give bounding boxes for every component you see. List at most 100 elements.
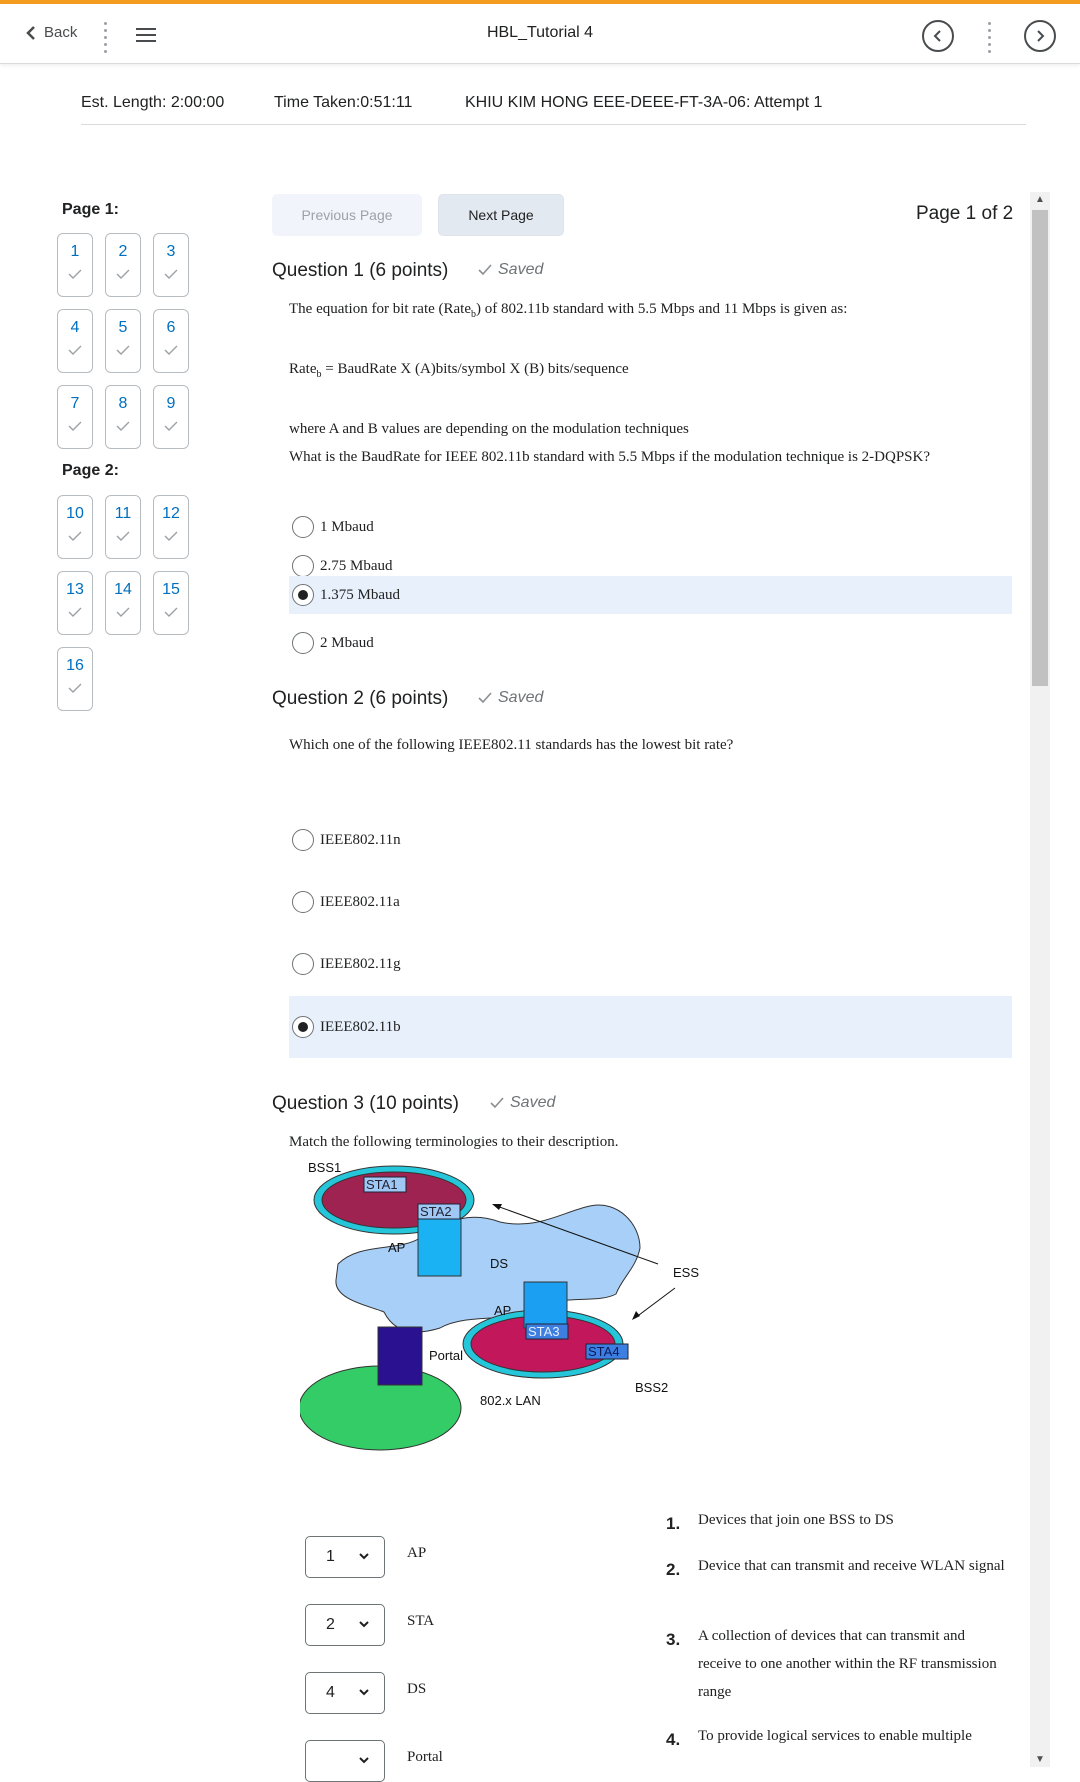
question-3-text: Match the following terminologies to the… [289, 1134, 619, 1150]
description-number: 2. [666, 1560, 681, 1579]
question-nav-8[interactable]: 8 [105, 385, 141, 449]
sta2-label: STA2 [420, 1204, 452, 1219]
question-1-formula: Rateb = BaudRate X (A)bits/symbol X (B) … [289, 361, 629, 380]
question-title-text: Question 2 [272, 688, 364, 709]
match-select[interactable] [305, 1740, 385, 1782]
chevron-down-icon [358, 1753, 370, 1772]
top-navigation-bar: Back HBL_Tutorial 4 [0, 0, 1080, 64]
saved-label: Saved [510, 1094, 556, 1111]
answer-option[interactable]: 1 Mbaud [289, 508, 1012, 546]
chevron-down-icon [358, 1617, 370, 1636]
scrollbar[interactable]: ▲ ▼ [1030, 192, 1050, 1767]
next-page-button[interactable]: Next Page [438, 194, 564, 236]
answered-indicator [154, 419, 188, 437]
question-number: 14 [114, 581, 132, 598]
radio-button[interactable] [292, 632, 314, 654]
check-icon [68, 269, 82, 279]
question-nav-12[interactable]: 12 [153, 495, 189, 559]
answered-indicator [154, 605, 188, 623]
question-nav-6[interactable]: 6 [153, 309, 189, 373]
check-icon [116, 345, 130, 355]
question-nav-3[interactable]: 3 [153, 233, 189, 297]
previous-topic-button[interactable] [922, 20, 954, 52]
next-topic-button[interactable] [1024, 20, 1056, 52]
question-2-text: Which one of the following IEEE802.11 st… [289, 737, 734, 753]
answer-option[interactable]: IEEE802.11b [289, 996, 1012, 1058]
question-nav-10[interactable]: 10 [57, 495, 93, 559]
check-icon [68, 345, 82, 355]
check-icon [164, 607, 178, 617]
saved-status: Saved [478, 261, 543, 279]
saved-label: Saved [498, 261, 544, 278]
match-select[interactable]: 1 [305, 1536, 385, 1578]
question-nav-15[interactable]: 15 [153, 571, 189, 635]
question-2-title: Question 2 (6 points) [272, 688, 448, 710]
question-nav-1[interactable]: 1 [57, 233, 93, 297]
radio-button[interactable] [292, 516, 314, 538]
saved-status: Saved [478, 689, 543, 707]
answer-option[interactable]: 1.375 Mbaud [289, 576, 1012, 614]
sta4-label: STA4 [588, 1344, 620, 1359]
saved-status: Saved [490, 1094, 555, 1112]
answered-indicator [154, 267, 188, 285]
option-label: 1 Mbaud [320, 518, 374, 535]
check-icon [478, 264, 492, 276]
answer-option[interactable]: IEEE802.11n [289, 810, 1012, 870]
scroll-down-icon[interactable]: ▼ [1035, 1754, 1045, 1765]
answered-indicator [58, 419, 92, 437]
portal-box [377, 1326, 423, 1386]
chevron-down-icon [358, 1685, 370, 1704]
separator-dots-icon [988, 22, 992, 57]
question-nav-16[interactable]: 16 [57, 647, 93, 711]
match-term: Portal [407, 1749, 443, 1765]
description-text: A collection of devices that can transmi… [698, 1628, 997, 1700]
bss1-label: BSS1 [308, 1160, 341, 1175]
question-nav-9[interactable]: 9 [153, 385, 189, 449]
wlan-architecture-diagram: BSS1 STA1 STA2 AP DS ESS AP STA3 STA4 Po… [300, 1160, 699, 1451]
radio-button[interactable] [292, 829, 314, 851]
check-icon [116, 269, 130, 279]
check-icon [68, 531, 82, 541]
select-value: 4 [326, 1684, 335, 1701]
question-1-text-line4: What is the BaudRate for IEEE 802.11b st… [289, 449, 931, 465]
quiz-info-bar: Est. Length: 2:00:00 Time Taken:0:51:11 … [81, 94, 1026, 125]
answer-option[interactable]: IEEE802.11a [289, 872, 1012, 932]
check-icon [68, 683, 82, 693]
chevron-left-icon [933, 30, 941, 42]
match-select[interactable]: 2 [305, 1604, 385, 1646]
match-select[interactable]: 4 [305, 1672, 385, 1714]
answered-indicator [154, 529, 188, 547]
radio-button[interactable] [292, 953, 314, 975]
radio-button[interactable] [292, 584, 314, 606]
question-nav-2[interactable]: 2 [105, 233, 141, 297]
question-number: 3 [166, 243, 176, 260]
select-value: 1 [326, 1548, 335, 1565]
description-number: 1. [666, 1514, 681, 1533]
check-icon [164, 345, 178, 355]
question-nav-4[interactable]: 4 [57, 309, 93, 373]
chevron-right-icon [1037, 30, 1045, 42]
text-fragment: Rate [289, 361, 317, 377]
answered-indicator [106, 529, 140, 547]
ap2-label: AP [494, 1303, 511, 1318]
question-nav-11[interactable]: 11 [105, 495, 141, 559]
question-nav-7[interactable]: 7 [57, 385, 93, 449]
radio-button[interactable] [292, 1016, 314, 1038]
radio-button[interactable] [292, 891, 314, 913]
answered-indicator [58, 681, 92, 699]
question-nav-14[interactable]: 14 [105, 571, 141, 635]
scroll-up-icon[interactable]: ▲ [1035, 194, 1045, 205]
previous-page-button[interactable]: Previous Page [272, 194, 422, 236]
question-number: 8 [118, 395, 128, 412]
question-nav-13[interactable]: 13 [57, 571, 93, 635]
answer-option[interactable]: 2 Mbaud [289, 624, 1012, 662]
page1-heading: Page 1: [62, 201, 119, 218]
answer-option[interactable]: IEEE802.11g [289, 934, 1012, 994]
scrollbar-thumb[interactable] [1032, 210, 1048, 686]
match-term: STA [407, 1613, 435, 1629]
radio-button[interactable] [292, 555, 314, 577]
question-number: 1 [70, 243, 80, 260]
text-fragment: The equation for bit rate (Rate [289, 301, 472, 317]
option-label: 2.75 Mbaud [320, 557, 393, 574]
question-nav-5[interactable]: 5 [105, 309, 141, 373]
